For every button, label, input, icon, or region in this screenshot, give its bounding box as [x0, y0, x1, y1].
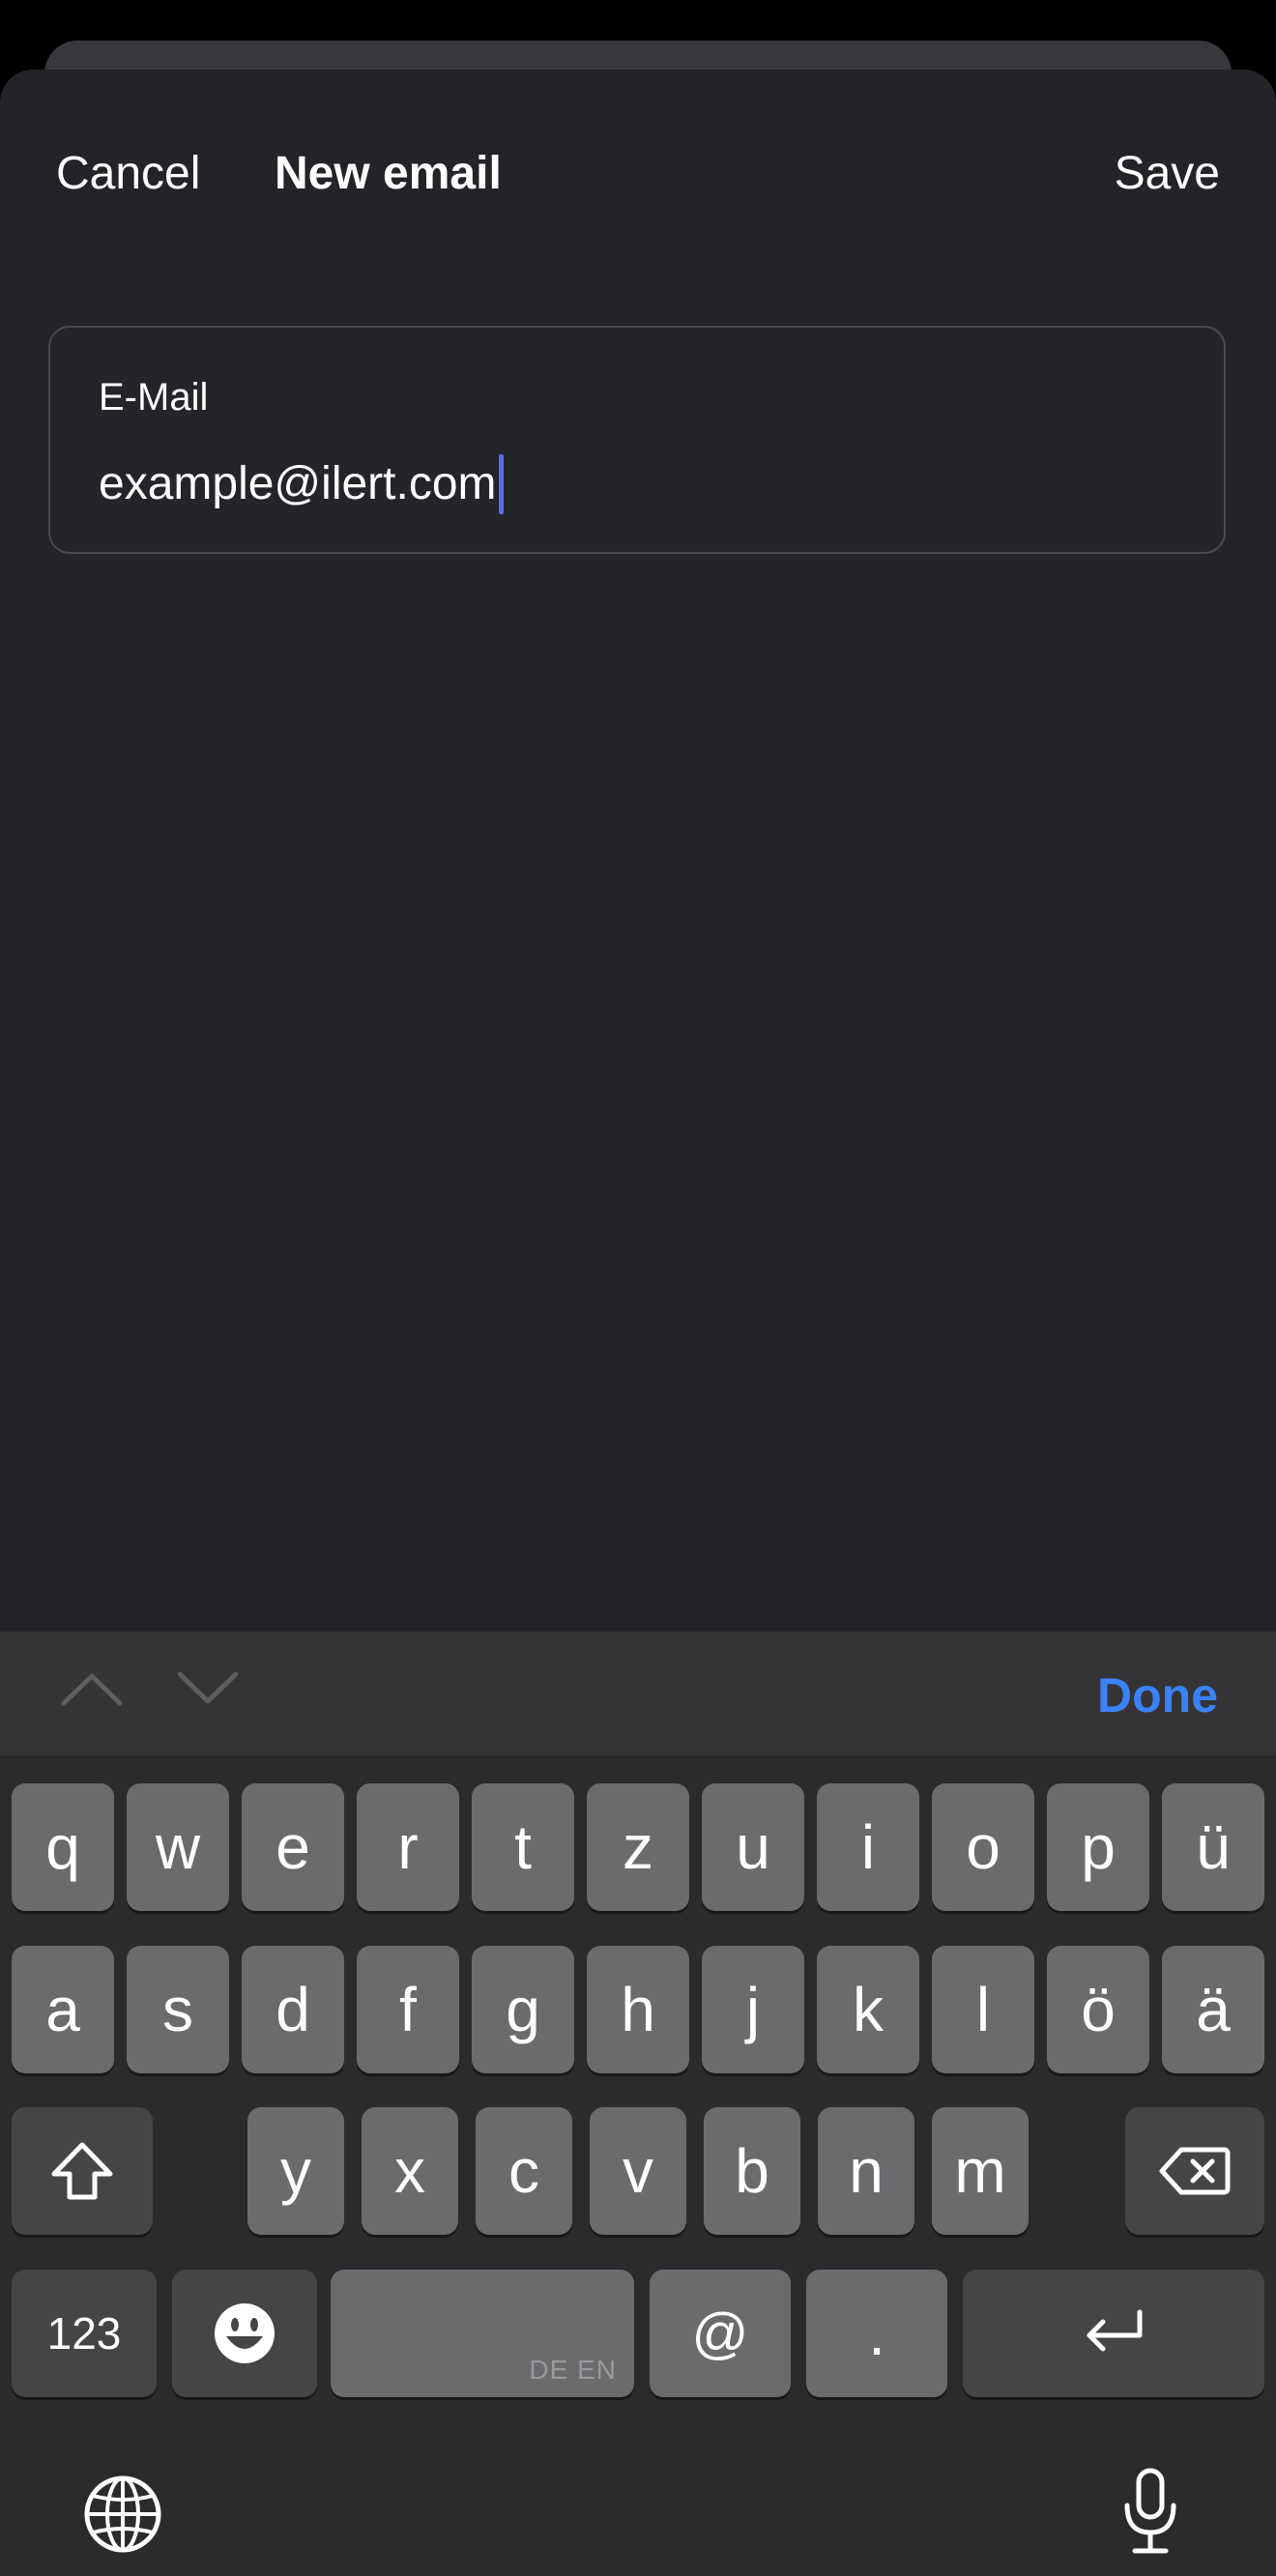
letter-key[interactable]: v	[590, 2107, 686, 2235]
letter-key[interactable]: g	[472, 1946, 574, 2073]
letter-key[interactable]: h	[587, 1946, 689, 2073]
letter-key[interactable]: ü	[1162, 1783, 1264, 1911]
letter-key[interactable]: q	[12, 1783, 114, 1911]
letter-key[interactable]: p	[1047, 1783, 1149, 1911]
letter-key[interactable]: a	[12, 1946, 114, 2073]
text-caret	[498, 454, 504, 514]
letter-key[interactable]: r	[357, 1783, 459, 1911]
letter-key[interactable]: ö	[1047, 1946, 1149, 2073]
emoji-icon	[215, 2303, 275, 2363]
letter-key[interactable]: l	[932, 1946, 1034, 2073]
delete-icon	[1159, 2147, 1231, 2195]
letter-key[interactable]: m	[932, 2107, 1029, 2235]
letter-key[interactable]: t	[472, 1783, 574, 1911]
letter-key[interactable]: b	[704, 2107, 800, 2235]
letter-key[interactable]: x	[362, 2107, 458, 2235]
letter-key[interactable]: d	[242, 1946, 344, 2073]
shift-key[interactable]	[12, 2107, 153, 2235]
email-field[interactable]: E-Mail example@ilert.com	[48, 326, 1226, 554]
emoji-key[interactable]	[172, 2270, 317, 2397]
return-key[interactable]	[963, 2270, 1264, 2397]
letter-key[interactable]: u	[702, 1783, 804, 1911]
letter-key[interactable]: n	[818, 2107, 914, 2235]
chevron-up-icon[interactable]	[58, 1666, 126, 1711]
letter-key[interactable]: j	[702, 1946, 804, 2073]
letter-key[interactable]: y	[247, 2107, 344, 2235]
at-key[interactable]: @	[650, 2270, 791, 2397]
letter-key[interactable]: ä	[1162, 1946, 1264, 2073]
letter-key[interactable]: w	[127, 1783, 229, 1911]
dot-key[interactable]: .	[806, 2270, 947, 2397]
page-title: New email	[275, 148, 502, 199]
letter-key[interactable]: o	[932, 1783, 1034, 1911]
modal-sheet	[0, 70, 1276, 1632]
save-button[interactable]: Save	[1115, 145, 1220, 203]
letter-key[interactable]: e	[242, 1783, 344, 1911]
email-input-wrap[interactable]: example@ilert.com	[99, 453, 504, 515]
space-language-label: DE EN	[529, 2355, 617, 2385]
letter-key[interactable]: c	[476, 2107, 572, 2235]
letter-key[interactable]: i	[817, 1783, 919, 1911]
done-button[interactable]: Done	[1097, 1666, 1218, 1724]
delete-key[interactable]	[1125, 2107, 1264, 2235]
email-field-label: E-Mail	[99, 376, 209, 419]
return-icon	[1087, 2309, 1143, 2352]
letter-key[interactable]: k	[817, 1946, 919, 2073]
email-input[interactable]: example@ilert.com	[99, 455, 497, 513]
globe-icon[interactable]	[83, 2475, 162, 2554]
letter-key[interactable]: f	[357, 1946, 459, 2073]
chevron-down-icon[interactable]	[174, 1666, 242, 1711]
cancel-button[interactable]: Cancel	[56, 145, 200, 203]
shift-icon	[51, 2142, 113, 2200]
space-key[interactable]: DE EN	[331, 2270, 634, 2397]
keyboard: qwertzuiopü asdfghjklöä yxcvbnm 123 DE E…	[0, 1755, 1276, 2576]
numbers-key[interactable]: 123	[12, 2270, 157, 2397]
keyboard-accessory-bar: Done	[0, 1632, 1276, 1755]
microphone-icon[interactable]	[1121, 2467, 1179, 2556]
letter-key[interactable]: s	[127, 1946, 229, 2073]
letter-key[interactable]: z	[587, 1783, 689, 1911]
